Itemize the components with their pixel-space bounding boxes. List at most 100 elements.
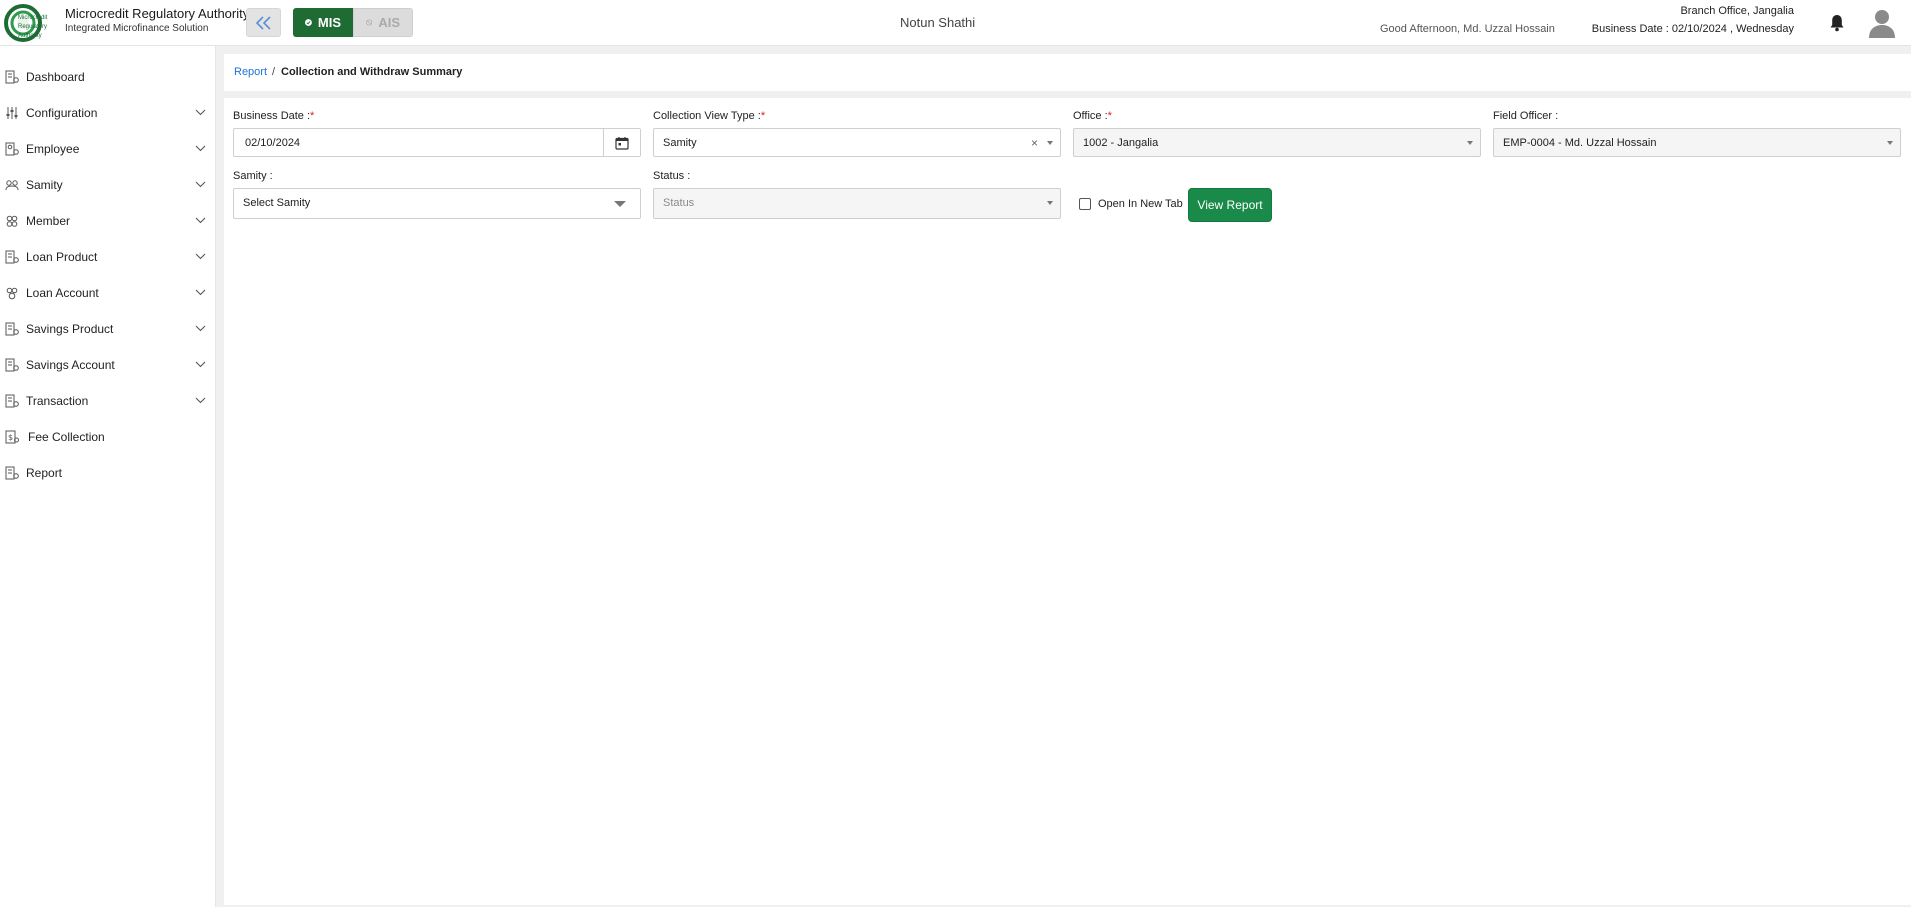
samity-placeholder: Select Samity	[243, 197, 311, 209]
office-label: Office :*	[1073, 110, 1112, 122]
ais-mode-button[interactable]: AIS	[353, 8, 413, 37]
samity-label: Samity :	[233, 170, 273, 182]
collection-view-type-label: Collection View Type :*	[653, 110, 766, 122]
app-name: Notun Shathi	[900, 15, 976, 30]
sidebar-item-label: Member	[26, 214, 71, 228]
office-select[interactable]: 1002 - Jangalia	[1073, 128, 1481, 157]
transaction-icon	[5, 394, 19, 408]
double-chevron-left-icon	[255, 15, 271, 30]
field-officer-label: Field Officer :	[1493, 110, 1559, 122]
open-in-new-tab-checkbox[interactable]	[1079, 198, 1091, 210]
svg-text:$: $	[8, 433, 13, 442]
product-icon	[5, 322, 19, 336]
mode-switch: MIS AIS	[293, 8, 413, 37]
top-header: Microcredit Regulatory Authority Microcr…	[0, 0, 1911, 46]
chevron-down-icon	[195, 361, 206, 368]
sidebar-item-samity[interactable]: Samity	[0, 170, 216, 200]
breadcrumb-report-link[interactable]: Report	[234, 66, 267, 78]
calendar-button[interactable]	[603, 129, 640, 156]
sidebar-item-employee[interactable]: Employee	[0, 134, 216, 164]
chevron-down-icon	[195, 109, 206, 116]
sidebar: Dashboard Configuration Employee Samity …	[0, 46, 216, 907]
fee-icon: $	[5, 430, 19, 444]
status-placeholder: Status	[663, 197, 695, 209]
sidebar-item-loan-product[interactable]: Loan Product	[0, 242, 216, 272]
breadcrumb: Report / Collection and Withdraw Summary	[224, 54, 1911, 91]
bell-icon[interactable]	[1829, 14, 1845, 32]
sidebar-item-label: Report	[26, 466, 63, 480]
business-date-value: 02/10/2024	[245, 137, 301, 149]
business-date-display: Business Date : 02/10/2024 , Wednesday	[1591, 23, 1794, 35]
open-in-new-tab-label: Open In New Tab	[1098, 198, 1183, 210]
chevron-down-icon	[195, 217, 206, 224]
product-icon	[5, 358, 19, 372]
svg-text:Authority: Authority	[18, 33, 42, 39]
svg-text:Regulatory: Regulatory	[18, 24, 47, 30]
sidebar-item-savings-product[interactable]: Savings Product	[0, 314, 216, 344]
chevron-down-icon	[195, 181, 206, 188]
chevron-down-icon	[614, 201, 626, 207]
chevron-down-icon	[1047, 141, 1053, 145]
dashboard-icon	[5, 70, 19, 84]
clear-selection-icon[interactable]: ×	[1031, 136, 1038, 150]
chevron-down-icon	[195, 289, 206, 296]
sidebar-item-label: Employee	[26, 142, 80, 156]
sidebar-item-member[interactable]: Member	[0, 206, 216, 236]
chevron-down-icon	[195, 145, 206, 152]
branch-name: Branch Office, Jangalia	[1680, 5, 1794, 17]
employee-icon	[5, 142, 19, 156]
sidebar-item-loan-account[interactable]: Loan Account	[0, 278, 216, 308]
business-date-label: Business Date :*	[233, 110, 315, 122]
svg-text:Microcredit: Microcredit	[18, 15, 48, 21]
status-label: Status :	[653, 170, 691, 182]
sidebar-item-label: Fee Collection	[28, 430, 105, 444]
view-report-button[interactable]: View Report	[1188, 188, 1272, 222]
open-in-new-tab-option[interactable]: Open In New Tab	[1079, 198, 1183, 210]
sidebar-item-configuration[interactable]: Configuration	[0, 98, 216, 128]
sidebar-item-fee-collection[interactable]: $ Fee Collection	[0, 422, 216, 452]
mis-label: MIS	[317, 15, 341, 30]
sidebar-item-transaction[interactable]: Transaction	[0, 386, 216, 416]
field-officer-value: EMP-0004 - Md. Uzzal Hossain	[1503, 137, 1657, 149]
brand-title: Microcredit Regulatory Authority	[65, 6, 250, 21]
greeting-text: Good Afternoon, Md. Uzzal Hossain	[1380, 23, 1555, 35]
sidebar-item-report[interactable]: Report	[0, 458, 216, 488]
chevron-down-icon	[195, 253, 206, 260]
field-officer-select[interactable]: EMP-0004 - Md. Uzzal Hossain	[1493, 128, 1901, 157]
user-avatar-icon[interactable]	[1868, 8, 1896, 38]
product-icon	[5, 250, 19, 264]
sidebar-item-label: Samity	[26, 178, 63, 192]
group-icon	[5, 180, 19, 191]
page-title: Collection and Withdraw Summary	[281, 66, 463, 78]
sliders-icon	[6, 107, 18, 119]
status-select[interactable]: Status	[653, 188, 1061, 219]
mra-logo-icon: Microcredit Regulatory Authority	[4, 4, 48, 42]
business-date-input[interactable]: 02/10/2024	[233, 128, 641, 157]
brand-subtitle: Integrated Microfinance Solution	[65, 23, 209, 34]
chevron-down-icon	[195, 397, 206, 404]
sidebar-item-label: Transaction	[26, 394, 89, 408]
collection-view-type-select[interactable]: Samity ×	[653, 128, 1061, 157]
chevron-down-icon	[1887, 141, 1893, 145]
sidebar-item-label: Loan Product	[26, 250, 98, 264]
sidebar-item-label: Savings Product	[26, 322, 114, 336]
member-icon	[6, 215, 18, 227]
collapse-sidebar-button[interactable]	[246, 8, 281, 37]
sidebar-item-dashboard[interactable]: Dashboard	[0, 62, 216, 92]
collection-view-type-value: Samity	[663, 137, 697, 149]
samity-select[interactable]: Select Samity	[233, 188, 641, 219]
report-filter-panel	[224, 98, 1911, 905]
sidebar-item-label: Loan Account	[26, 286, 99, 300]
sidebar-item-label: Dashboard	[26, 70, 85, 84]
mis-mode-button[interactable]: MIS	[293, 8, 353, 37]
sidebar-item-label: Configuration	[26, 106, 98, 120]
sidebar-item-savings-account[interactable]: Savings Account	[0, 350, 216, 380]
report-icon	[5, 466, 19, 480]
office-value: 1002 - Jangalia	[1083, 137, 1159, 149]
chevron-down-icon	[1047, 201, 1053, 205]
calendar-icon	[615, 136, 629, 150]
chevron-down-icon	[195, 325, 206, 332]
ais-label: AIS	[378, 15, 400, 30]
account-icon	[6, 287, 18, 300]
chevron-down-icon	[1467, 141, 1473, 145]
